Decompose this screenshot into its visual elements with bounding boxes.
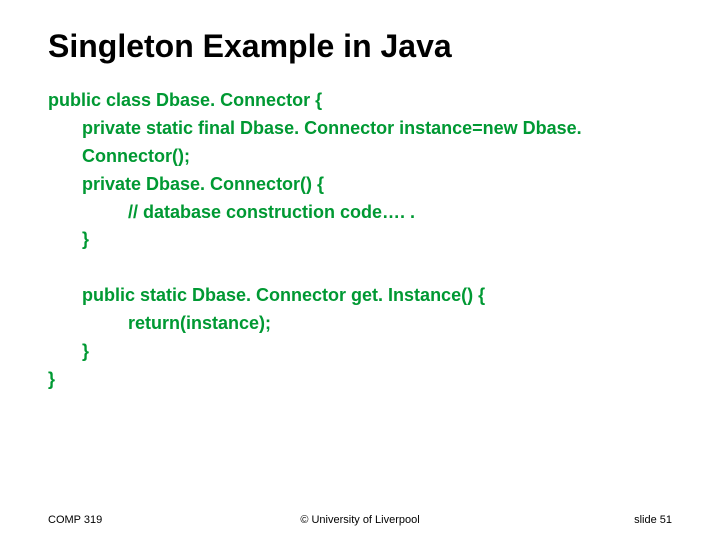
- code-line: public static Dbase. Connector get. Inst…: [48, 282, 672, 310]
- code-line: }: [48, 338, 672, 366]
- footer-copyright: © University of Liverpool: [256, 514, 464, 526]
- code-line: }: [48, 226, 672, 254]
- code-line: }: [48, 366, 672, 394]
- code-line: private static final Dbase. Connector in…: [48, 115, 672, 171]
- code-block: public class Dbase. Connector { private …: [48, 87, 672, 394]
- slide-title: Singleton Example in Java: [48, 28, 672, 65]
- code-line: private Dbase. Connector() {: [48, 171, 672, 199]
- footer-course: COMP 319: [48, 514, 256, 526]
- code-line: return(instance);: [48, 310, 672, 338]
- footer-slide-number: slide 51: [464, 514, 672, 526]
- code-line: // database construction code…. .: [48, 199, 672, 227]
- blank-line: [48, 254, 672, 282]
- code-line: public class Dbase. Connector {: [48, 87, 672, 115]
- slide-content: Singleton Example in Java public class D…: [0, 0, 720, 394]
- footer: COMP 319 © University of Liverpool slide…: [0, 514, 720, 526]
